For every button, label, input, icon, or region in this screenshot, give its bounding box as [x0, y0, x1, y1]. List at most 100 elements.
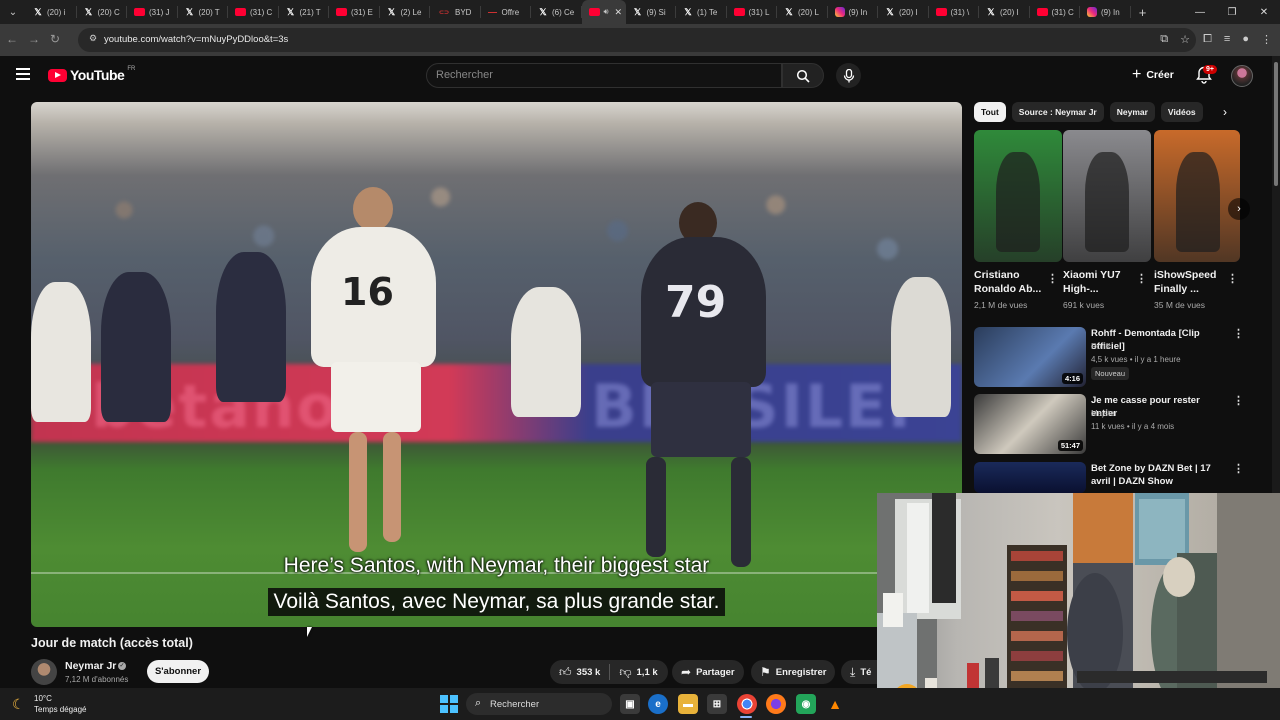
weather-temperature[interactable]: 10°C	[34, 694, 52, 703]
short-title[interactable]: Xiaomi YU7 High-...	[1063, 268, 1139, 296]
restore-icon[interactable]: ❐	[1216, 0, 1248, 24]
tab-audio-icon[interactable]: 🔊︎	[604, 7, 609, 17]
filter-chip[interactable]: Tout	[974, 102, 1006, 122]
whatsapp-icon[interactable]: ◉	[796, 694, 816, 714]
microsoft-store-icon[interactable]: ⊞	[707, 694, 727, 714]
close-tab-icon[interactable]: ✕	[615, 7, 623, 18]
subscribe-button[interactable]: S'abonner	[147, 660, 209, 683]
shorts-next-chevron-icon[interactable]: ›	[1228, 198, 1250, 220]
short-more-options-icon[interactable]: ⋮	[1227, 272, 1238, 285]
weather-description[interactable]: Temps dégagé	[34, 705, 86, 714]
save-button[interactable]: ⚑ Enregistrer	[751, 660, 836, 684]
close-window-icon[interactable]: ✕	[1248, 0, 1280, 24]
media-controls-icon[interactable]: ≡	[1224, 33, 1230, 46]
browser-tab[interactable]: 𝕏 (9) Si	[626, 0, 676, 24]
search-input[interactable]	[436, 69, 766, 81]
taskbar-search-box[interactable]: ⌕ Rechercher	[466, 693, 612, 715]
url-text[interactable]: youtube.com/watch?v=mNuyPyDDloo&t=3s	[104, 34, 288, 45]
recommended-title[interactable]: Rohff - Demontada [Clip officiel]	[1091, 327, 1227, 353]
browser-tab[interactable]: (31) C	[1030, 0, 1080, 24]
video-player[interactable]: betano BRASILEI 16 79 Here’s Santos, wit…	[31, 102, 962, 627]
reload-icon[interactable]: ↻	[50, 32, 60, 46]
filter-chip[interactable]: Neymar	[1109, 102, 1155, 122]
browser-tab[interactable]: 𝕏 (20) i	[26, 0, 77, 24]
browser-tab[interactable]: 𝕏 (1) Te	[676, 0, 727, 24]
install-app-icon[interactable]: ⧉	[1160, 33, 1168, 46]
search-button[interactable]	[782, 63, 824, 88]
omnibox[interactable]: ⚙ youtube.com/watch?v=mNuyPyDDloo&t=3s ⧉…	[78, 28, 1196, 52]
youtube-logo[interactable]: YouTube FR	[48, 66, 135, 83]
browser-tab[interactable]: 𝕏 (20) T	[178, 0, 228, 24]
profile-icon[interactable]: ●	[1242, 33, 1249, 46]
channel-avatar[interactable]	[31, 659, 57, 685]
browser-tab[interactable]: 𝕏 (20) I	[878, 0, 929, 24]
browser-tab[interactable]: 𝕏 (2) Le	[380, 0, 430, 24]
dislike-count[interactable]: 1,1 k	[637, 667, 658, 678]
recommended-thumbnail[interactable]: 51:47	[974, 394, 1086, 454]
browser-tab[interactable]: 𝕏 (20) C	[77, 0, 127, 24]
browser-tab[interactable]: 𝕏 (20) L	[777, 0, 828, 24]
channel-name[interactable]: Neymar Jr	[65, 660, 116, 672]
recommended-more-options-icon[interactable]: ⋮	[1233, 462, 1244, 475]
tabs-container: 𝕏 (20) i 𝕏 (20) C (31) J 𝕏 (20) T (31) C 𝕏 (21) T…	[26, 0, 1131, 24]
extensions-puzzle-icon[interactable]: ⧠	[1203, 33, 1212, 46]
browser-tab[interactable]: (31) C	[228, 0, 279, 24]
short-title[interactable]: iShowSpeed Finally ...	[1154, 268, 1230, 296]
short-more-options-icon[interactable]: ⋮	[1047, 272, 1058, 285]
recommended-channel[interactable]: Majster	[1091, 409, 1117, 418]
browser-tab[interactable]: (9) In	[1080, 0, 1131, 24]
weather-moon-icon[interactable]: ☾	[12, 696, 25, 713]
short-thumbnail[interactable]	[1154, 130, 1240, 262]
browser-tab[interactable]: 𝕏 (21) T	[279, 0, 329, 24]
browser-tab[interactable]: — Offre	[481, 0, 531, 24]
bookmark-star-icon[interactable]: ☆	[1180, 33, 1190, 46]
recommended-channel[interactable]: Rohff	[1091, 342, 1110, 351]
vlc-player-icon[interactable]: ▲	[825, 694, 845, 714]
download-button[interactable]: ⤓ Té	[841, 660, 877, 684]
recommended-thumbnail[interactable]: 4:16	[974, 327, 1086, 387]
edge-browser-icon[interactable]: e	[648, 694, 668, 714]
like-count[interactable]: 353 k	[577, 667, 601, 678]
chips-next-chevron-icon[interactable]: ›	[1214, 102, 1236, 122]
new-tab-button[interactable]: +	[1131, 5, 1155, 20]
account-avatar[interactable]	[1231, 65, 1253, 87]
create-button[interactable]: + Créer	[1124, 64, 1182, 86]
browser-tab[interactable]: ⊂⊃ BYD	[430, 0, 481, 24]
short-thumbnail[interactable]	[974, 130, 1062, 262]
address-bar-row: ← → ↻ ⚙ youtube.com/watch?v=mNuyPyDDloo&…	[0, 24, 1280, 56]
short-title[interactable]: Cristiano Ronaldo Ab...	[974, 268, 1050, 296]
browser-tab[interactable]: (31) L	[727, 0, 777, 24]
browser-tab[interactable]: (31) E	[329, 0, 380, 24]
chrome-browser-icon[interactable]	[737, 694, 757, 714]
browser-tab[interactable]: (31) J	[127, 0, 178, 24]
thumbs-up-icon[interactable]: 👍︎	[559, 665, 572, 680]
back-icon[interactable]: ←	[6, 32, 18, 46]
file-explorer-icon[interactable]: ▬	[678, 694, 698, 714]
forward-icon[interactable]: →	[28, 32, 40, 46]
share-button[interactable]: ➦ Partager	[672, 660, 744, 684]
site-info-icon[interactable]: ⚙	[86, 33, 100, 47]
browser-tab[interactable]: 𝕏 (20) I	[979, 0, 1030, 24]
filter-chip[interactable]: Vidéos	[1160, 102, 1203, 122]
browser-menu-icon[interactable]: ⋮	[1261, 33, 1272, 46]
browser-tab-active[interactable]: 🔊︎ ✕	[581, 0, 626, 24]
recommended-title[interactable]: Bet Zone by DAZN Bet | 17 avril | DAZN S…	[1091, 462, 1227, 488]
tab-search-chevron-icon[interactable]: ⌄	[0, 0, 26, 24]
voice-search-button[interactable]	[836, 63, 861, 88]
browser-tab[interactable]: (9) In	[828, 0, 878, 24]
task-view-icon[interactable]: ▣	[620, 694, 640, 714]
recommended-more-options-icon[interactable]: ⋮	[1233, 394, 1244, 407]
firefox-browser-icon[interactable]	[766, 694, 786, 714]
short-thumbnail[interactable]	[1063, 130, 1151, 262]
windows-start-icon[interactable]	[440, 695, 458, 713]
browser-tab[interactable]: 𝕏 (6) Ce	[531, 0, 582, 24]
page-scrollbar-thumb[interactable]	[1274, 62, 1278, 186]
guide-menu-icon[interactable]	[16, 68, 30, 80]
recommended-thumbnail[interactable]	[974, 462, 1086, 493]
filter-chip[interactable]: Source : Neymar Jr	[1011, 102, 1104, 122]
minimize-icon[interactable]: —	[1184, 0, 1216, 24]
thumbs-down-icon[interactable]: 👎︎	[619, 665, 631, 680]
browser-tab[interactable]: (31) \	[929, 0, 979, 24]
recommended-more-options-icon[interactable]: ⋮	[1233, 327, 1244, 340]
short-more-options-icon[interactable]: ⋮	[1136, 272, 1147, 285]
